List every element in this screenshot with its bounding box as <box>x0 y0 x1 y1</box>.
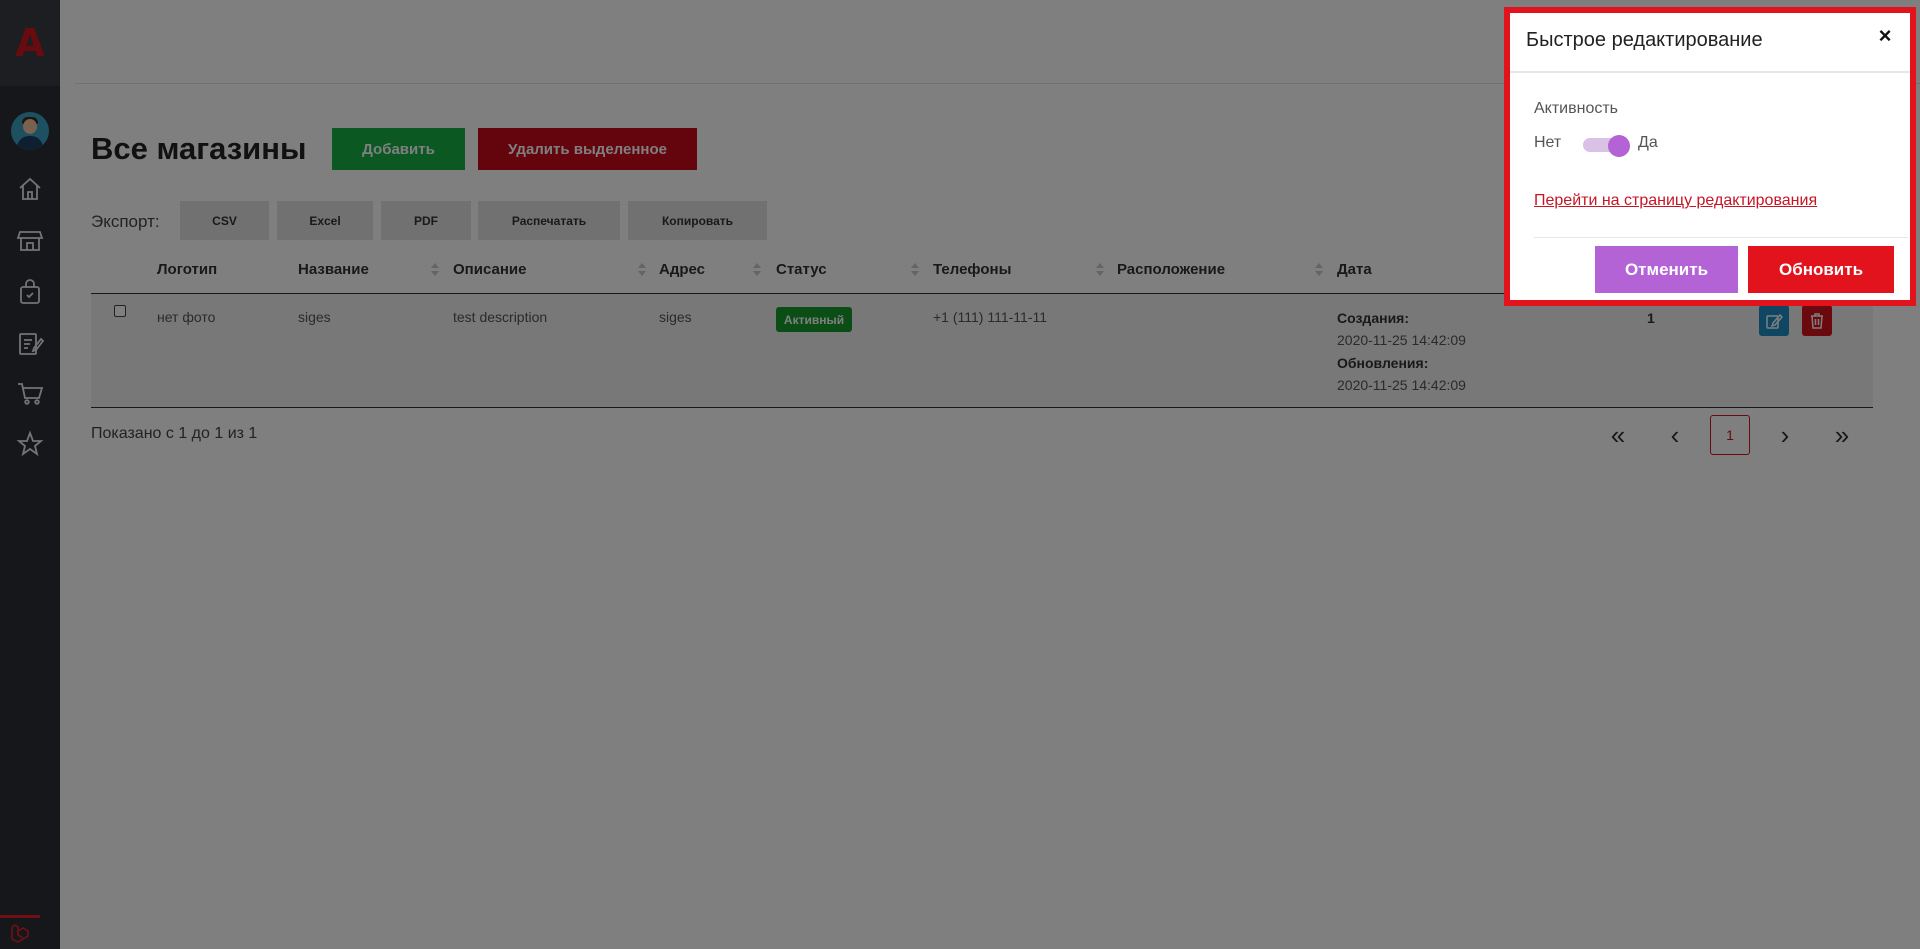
toggle-knob <box>1608 135 1630 157</box>
cancel-button[interactable]: Отменить <box>1595 246 1738 293</box>
close-icon[interactable]: × <box>1873 23 1897 48</box>
modal-title: Быстрое редактирование <box>1526 29 1763 51</box>
update-button[interactable]: Обновить <box>1748 246 1894 293</box>
activity-label: Активность <box>1534 100 1619 117</box>
modal-footer-divider <box>1534 237 1908 238</box>
modal-header-divider <box>1510 71 1910 73</box>
activity-toggle[interactable] <box>1583 135 1630 157</box>
toggle-off-label: Нет <box>1534 134 1562 151</box>
toggle-on-label: Да <box>1638 134 1658 151</box>
edit-page-link[interactable]: Перейти на страницу редактирования <box>1534 192 1817 210</box>
